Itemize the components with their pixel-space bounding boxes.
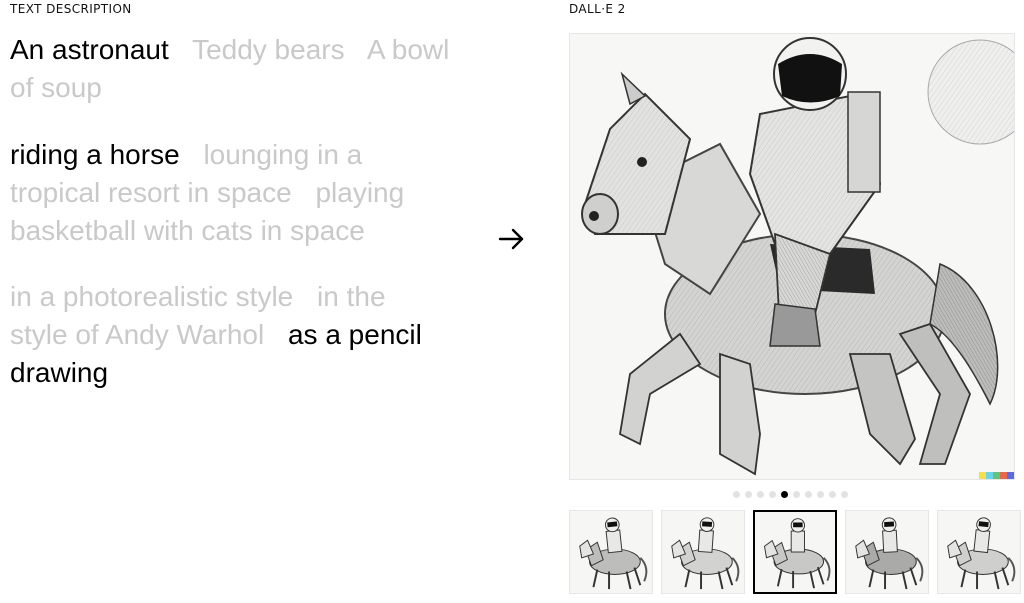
- subject-option-astronaut[interactable]: An astronaut: [10, 34, 169, 65]
- model-name-label: DALL·E 2: [569, 2, 626, 16]
- watermark-swatch: [1007, 472, 1014, 479]
- subject-options: An astronaut Teddy bears A bowl of soup: [10, 31, 450, 107]
- carousel-dot[interactable]: [805, 491, 812, 498]
- watermark-swatch: [993, 472, 1000, 479]
- carousel-dot[interactable]: [769, 491, 776, 498]
- thumbnail-image[interactable]: [845, 510, 929, 594]
- carousel-dot[interactable]: [829, 491, 836, 498]
- watermark-swatch: [979, 472, 986, 479]
- subject-option-teddy-bears[interactable]: Teddy bears: [192, 34, 345, 65]
- style-option-photorealistic[interactable]: in a photorealistic style: [10, 281, 293, 312]
- carousel-dot[interactable]: [733, 491, 740, 498]
- carousel-dot[interactable]: [793, 491, 800, 498]
- generated-image: [569, 33, 1015, 480]
- carousel-dot[interactable]: [817, 491, 824, 498]
- style-options: in a photorealistic style in the style o…: [10, 278, 450, 392]
- dalle-watermark: [979, 472, 1014, 479]
- thumbnail-image[interactable]: [661, 510, 745, 594]
- carousel-dot[interactable]: [781, 491, 788, 498]
- carousel-pagination: [733, 491, 848, 498]
- text-description-label: TEXT DESCRIPTION: [10, 2, 132, 16]
- thumbnail-image[interactable]: [753, 510, 837, 594]
- horse-astronaut-drawing: [581, 37, 1014, 476]
- thumbnail-image[interactable]: [937, 510, 1021, 594]
- action-option-riding-horse[interactable]: riding a horse: [10, 139, 180, 170]
- action-options: riding a horse lounging in a tropical re…: [10, 136, 450, 250]
- thumbnail-strip: [569, 510, 1021, 594]
- carousel-dot[interactable]: [745, 491, 752, 498]
- watermark-swatch: [986, 472, 993, 479]
- carousel-dot[interactable]: [757, 491, 764, 498]
- thumbnail-image[interactable]: [569, 510, 653, 594]
- watermark-swatch: [1000, 472, 1007, 479]
- carousel-dot[interactable]: [841, 491, 848, 498]
- right-arrow-icon: [498, 228, 524, 250]
